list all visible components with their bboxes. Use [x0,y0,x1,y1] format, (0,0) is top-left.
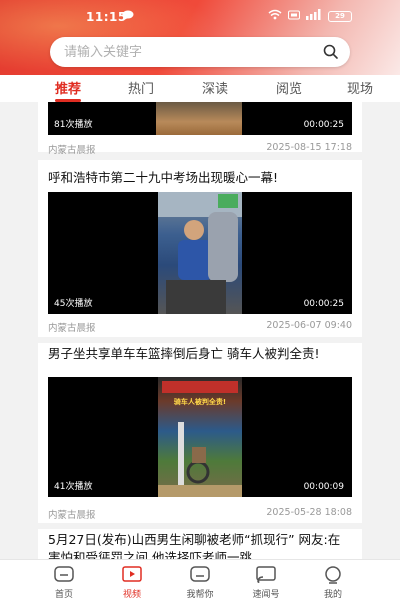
battery-level: 29 [335,12,345,20]
video-card[interactable]: 呼和浩特市第二十九中考场出现暖心一幕! 45次播放 00:00:25 内蒙古晨报… [38,160,362,337]
thumbnail-caption: 骑车人被判全责! [173,398,227,406]
video-duration: 00:00:25 [303,120,344,130]
source-label: 内蒙古晨报 [48,323,96,334]
video-title: 男子坐共享单车车篮摔倒后身亡 骑车人被判全责! [48,346,320,361]
video-feed: 81次播放 00:00:25 内蒙古晨报 2025-08-15 17:18 呼和… [0,102,400,559]
home-tv-icon [54,566,74,582]
video-title: 5月27日(发布)山西男生闲聊被老师“抓现行” 网友:在害怕和受惩罚之间 他选择… [48,532,341,559]
video-thumbnail [156,102,242,135]
thumbnail-banner [162,381,238,393]
nav-label: 我的 [323,590,342,600]
video-duration: 00:00:25 [303,299,344,309]
search-bar[interactable] [50,37,350,67]
play-count: 41次播放 [54,482,93,492]
card-meta: 内蒙古晨报 2025-08-15 17:18 [48,142,352,156]
video-card[interactable]: 5月27日(发布)山西男生闲聊被老师“抓现行” 网友:在害怕和受惩罚之间 他选择… [38,529,362,559]
hd-icon [288,10,300,23]
video-thumbnail: 骑车人被判全责! [158,377,242,497]
status-time: 11:15 [86,10,127,24]
nav-label: 视频 [122,590,141,600]
video-card[interactable]: 81次播放 00:00:25 内蒙古晨报 2025-08-15 17:18 [38,102,362,156]
video-player[interactable]: 81次播放 00:00:25 [48,102,352,135]
nav-label: 我帮你 [186,590,214,600]
thumbnail-scene [158,422,242,497]
nav-profile[interactable]: 我的 [303,566,363,600]
publish-date: 2025-08-15 17:18 [266,142,352,153]
publish-date: 2025-06-07 09:40 [266,320,352,331]
video-thumbnail [158,192,242,314]
app-header: 11:15 29 [0,0,400,75]
source-label: 内蒙古晨报 [48,145,96,156]
search-icon[interactable] [322,43,340,61]
category-tabs: 推荐 热门 深读 阅览 现场 [0,75,400,102]
video-title: 呼和浩特市第二十九中考场出现暖心一幕! [48,170,279,185]
publish-date: 2025-05-28 18:08 [266,507,352,518]
tab-browse[interactable]: 阅览 [276,78,302,97]
video-player[interactable]: 骑车人被判全责! 41次播放 00:00:09 [48,377,352,497]
play-count: 81次播放 [54,120,93,130]
message-notification-icon [122,10,134,23]
tab-hot[interactable]: 热门 [128,78,154,97]
tab-deep-read[interactable]: 深读 [202,78,228,97]
video-card[interactable]: 男子坐共享单车车篮摔倒后身亡 骑车人被判全责! 骑车人被判全责! 41次播放 0… [38,343,362,523]
status-icons: 29 [268,9,352,23]
help-icon [190,566,210,582]
card-meta: 内蒙古晨报 2025-06-07 09:40 [48,320,352,334]
video-play-icon [122,566,142,582]
signal-icon [306,9,322,23]
nav-video[interactable]: 视频 [102,566,162,600]
nav-quick-news[interactable]: 速闻号 [236,566,296,600]
nav-home[interactable]: 首页 [34,566,94,600]
search-input[interactable] [64,42,304,62]
play-count: 45次播放 [54,299,93,309]
video-duration: 00:00:09 [303,482,344,492]
tab-live[interactable]: 现场 [347,78,373,97]
wifi-icon [268,9,282,23]
battery-icon: 29 [328,10,352,22]
nav-help[interactable]: 我帮你 [170,566,230,600]
tab-recommend[interactable]: 推荐 [55,78,81,97]
nav-label: 速闻号 [252,590,280,600]
status-bar: 11:15 29 [0,8,400,26]
bottom-nav: 首页 视频 我帮你 速闻号 我的 [0,559,400,600]
video-player[interactable]: 45次播放 00:00:25 [48,192,352,314]
nav-label: 首页 [54,590,73,600]
thumbnail-figure [158,192,242,314]
profile-icon [325,566,341,584]
source-label: 内蒙古晨报 [48,510,96,521]
app-screen: { "status_bar": { "time": "11:15", "batt… [0,0,400,600]
card-meta: 内蒙古晨报 2025-05-28 18:08 [48,507,352,521]
cast-icon [256,566,276,583]
